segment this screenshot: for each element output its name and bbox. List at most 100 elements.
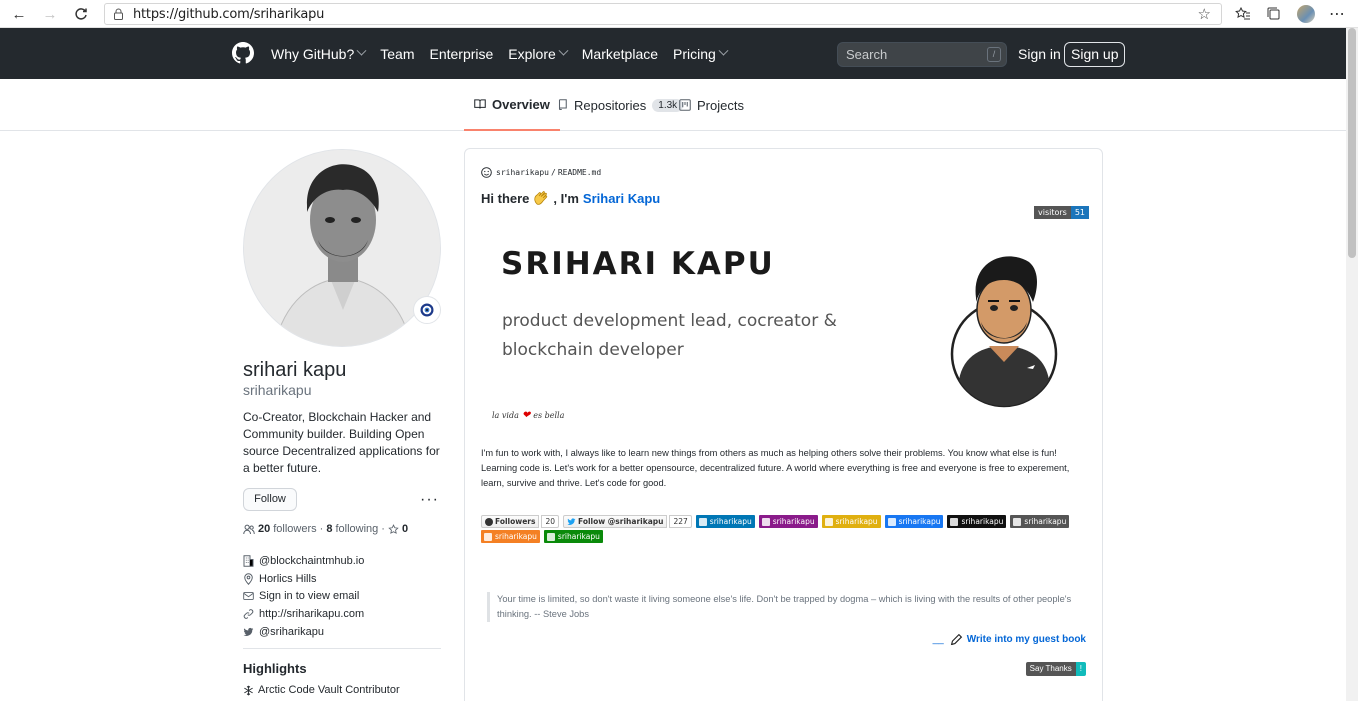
browser-profile-avatar[interactable] bbox=[1297, 5, 1315, 23]
people-icon bbox=[243, 524, 255, 534]
greeting-name-link[interactable]: Srihari Kapu bbox=[583, 191, 660, 206]
say-thanks-mark: ! bbox=[1075, 662, 1086, 676]
nav-explore[interactable]: Explore bbox=[508, 46, 569, 62]
linkedin-icon bbox=[698, 517, 707, 526]
profile-photo bbox=[244, 150, 440, 346]
status-emoji-icon bbox=[420, 303, 434, 317]
stars-count: 0 bbox=[401, 523, 409, 535]
stars-link[interactable]: 0 bbox=[388, 523, 411, 535]
github-icon bbox=[485, 517, 493, 526]
search-placeholder: Search bbox=[846, 47, 888, 62]
browser-toolbar: ← → https://github.com/sriharikapu ☆ ⋯ bbox=[0, 0, 1358, 28]
forward-icon[interactable]: → bbox=[40, 4, 60, 24]
facebook-badge[interactable]: sriharikapu bbox=[884, 515, 944, 528]
project-icon bbox=[679, 99, 691, 111]
codementor-badge[interactable]: sriharikapu bbox=[543, 530, 603, 543]
readme-breadcrumb: sriharikapu / README.md bbox=[481, 167, 601, 178]
tab-overview[interactable]: Overview bbox=[464, 79, 560, 131]
visitors-badge[interactable]: visitors 51 bbox=[1034, 206, 1090, 219]
guestbook-link[interactable]: __ Write into my guest book bbox=[933, 633, 1086, 646]
visitors-count: 51 bbox=[1070, 206, 1090, 219]
follow-button[interactable]: Follow bbox=[243, 488, 297, 511]
angellist-text: sriharikapu bbox=[835, 517, 878, 526]
profile-avatar[interactable] bbox=[243, 149, 441, 347]
tab-projects-label: Projects bbox=[697, 97, 744, 113]
stackoverflow-badge[interactable]: sriharikapu bbox=[481, 530, 540, 543]
favorite-star-icon[interactable]: ☆ bbox=[1198, 5, 1211, 23]
profile-tabs: Overview Repositories 1.3k Projects bbox=[0, 79, 1346, 131]
readme-card: sriharikapu / README.md Hi there , I'm S… bbox=[464, 148, 1103, 701]
search-input[interactable]: Search / bbox=[837, 42, 1007, 67]
visitors-label: visitors bbox=[1034, 206, 1071, 219]
page-scrollbar[interactable] bbox=[1346, 28, 1358, 701]
nav-pricing[interactable]: Pricing bbox=[673, 46, 729, 62]
linkedin-badge[interactable]: sriharikapu bbox=[695, 515, 755, 528]
readme-owner-link[interactable]: sriharikapu bbox=[496, 168, 549, 177]
angellist-icon bbox=[824, 517, 833, 526]
twitter-icon bbox=[243, 627, 254, 636]
header-nav: Why GitHub? Team Enterprise Explore Mark… bbox=[271, 28, 742, 79]
stats-separator: · bbox=[381, 523, 385, 535]
tab-repositories[interactable]: Repositories 1.3k bbox=[557, 79, 684, 131]
nav-enterprise[interactable]: Enterprise bbox=[429, 46, 493, 62]
mail-icon bbox=[243, 592, 254, 601]
twitter-follow-badge[interactable]: Follow @sriharikapu 227 bbox=[563, 515, 692, 528]
more-options-icon[interactable]: ··· bbox=[420, 491, 439, 509]
cartoon-avatar-image bbox=[950, 256, 1058, 408]
github-logo-icon[interactable] bbox=[232, 42, 254, 64]
profile-twitter[interactable]: @sriharikapu bbox=[243, 623, 443, 641]
codementor-text: sriharikapu bbox=[557, 532, 600, 541]
divider bbox=[243, 648, 441, 649]
followers-label: followers bbox=[273, 523, 317, 535]
banner-name: SRIHARI KAPU bbox=[501, 246, 775, 282]
facebook-icon bbox=[887, 517, 896, 526]
profile-bio: Co-Creator, Blockchain Hacker and Commun… bbox=[243, 410, 440, 475]
address-bar[interactable]: https://github.com/sriharikapu ☆ bbox=[104, 3, 1222, 25]
status-badge[interactable] bbox=[413, 296, 441, 324]
profile-company[interactable]: @blockchaintmhub.io bbox=[243, 552, 443, 570]
motto-left: la vida bbox=[492, 411, 519, 420]
nav-marketplace[interactable]: Marketplace bbox=[582, 46, 658, 62]
medium-text: sriharikapu bbox=[961, 517, 1004, 526]
refresh-icon[interactable] bbox=[71, 4, 91, 24]
collections-icon[interactable] bbox=[1265, 5, 1283, 23]
nav-team[interactable]: Team bbox=[380, 46, 414, 62]
medium-badge[interactable]: sriharikapu bbox=[947, 515, 1007, 528]
greeting-middle: , I'm bbox=[553, 190, 579, 206]
location-text: Horlics Hills bbox=[259, 572, 317, 585]
say-thanks-label: Say Thanks bbox=[1025, 662, 1076, 676]
nav-why-github[interactable]: Why GitHub? bbox=[271, 46, 367, 62]
path-separator: / bbox=[550, 168, 556, 177]
profile-email[interactable]: Sign in to view email bbox=[243, 587, 443, 605]
medium-icon bbox=[950, 517, 959, 526]
company-text: @blockchaintmhub.io bbox=[259, 554, 365, 567]
scrollbar-thumb[interactable] bbox=[1348, 28, 1356, 258]
back-icon[interactable]: ← bbox=[9, 4, 29, 24]
instagram-icon bbox=[761, 517, 770, 526]
github-followers-badge[interactable]: Followers 20 bbox=[481, 515, 559, 528]
say-thanks-badge[interactable]: Say Thanks ! bbox=[1025, 662, 1086, 676]
followers-link[interactable]: 20 followers bbox=[258, 523, 317, 535]
following-link[interactable]: 8 following bbox=[326, 523, 378, 535]
sign-in-link[interactable]: Sign in bbox=[1018, 46, 1061, 62]
more-menu-icon[interactable]: ⋯ bbox=[1328, 5, 1346, 23]
angellist-badge[interactable]: sriharikapu bbox=[821, 515, 881, 528]
favorites-icon[interactable] bbox=[1234, 5, 1252, 23]
instagram-badge[interactable]: sriharikapu bbox=[758, 515, 818, 528]
profile-location: Horlics Hills bbox=[243, 570, 443, 588]
codementor-icon bbox=[546, 532, 555, 541]
smiley-icon bbox=[481, 167, 492, 178]
sign-up-button[interactable]: Sign up bbox=[1064, 42, 1126, 67]
stackoverflow-text: sriharikapu bbox=[495, 532, 537, 541]
social-badges: Followers 20 Follow @sriharikapu 227 sri… bbox=[481, 515, 1081, 545]
profile-website[interactable]: http://sriharikapu.com bbox=[243, 605, 443, 623]
stats-separator: · bbox=[319, 523, 324, 535]
telegram-text: sriharikapu bbox=[1024, 517, 1067, 526]
waving-hand-icon bbox=[534, 191, 548, 205]
twitter-follow-label: Follow @sriharikapu bbox=[563, 515, 668, 528]
url-text: https://github.com/sriharikapu bbox=[133, 7, 325, 22]
telegram-badge[interactable]: sriharikapu bbox=[1010, 515, 1070, 528]
tab-projects[interactable]: Projects bbox=[679, 79, 744, 131]
highlight-arctic-vault[interactable]: Arctic Code Vault Contributor bbox=[243, 684, 400, 696]
readme-greeting: Hi there , I'm Srihari Kapu bbox=[481, 189, 660, 207]
